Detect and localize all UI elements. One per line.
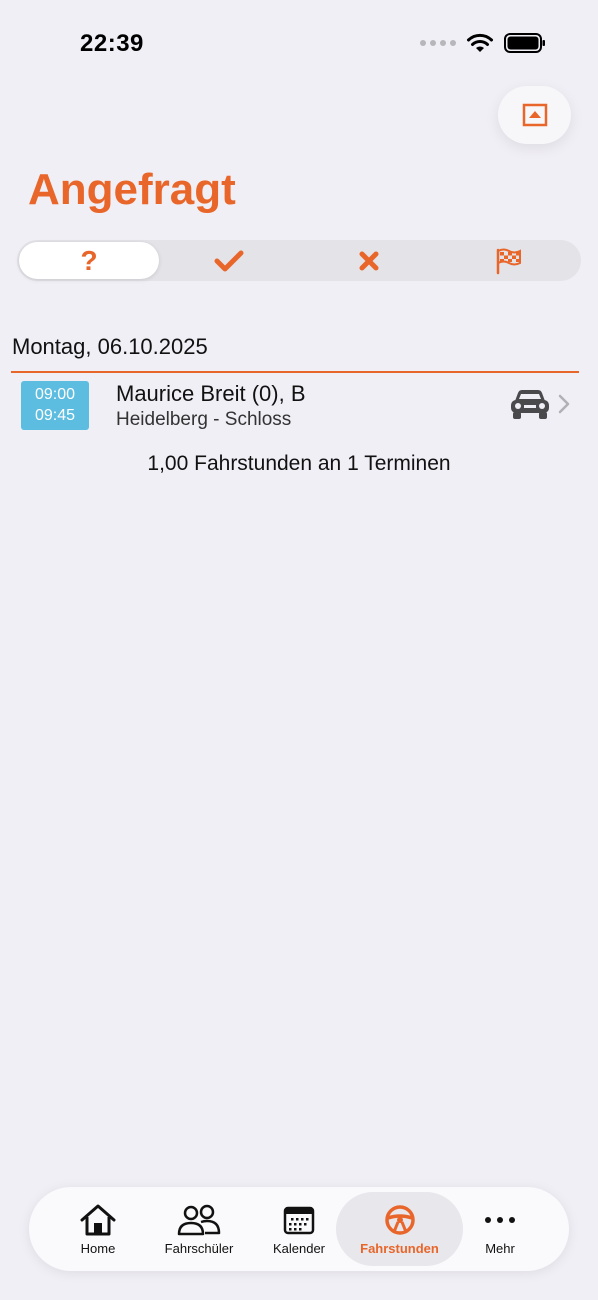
chevron-right-icon bbox=[558, 394, 570, 414]
status-filter-segmented-control: ? bbox=[17, 240, 581, 281]
start-time: 09:00 bbox=[34, 386, 76, 403]
tab-fahrstunden[interactable]: Fahrstunden bbox=[336, 1192, 463, 1266]
date-header: Montag, 06.10.2025 bbox=[12, 334, 208, 359]
tab-label: Kalender bbox=[272, 1240, 326, 1256]
lesson-location: Heidelberg - Schloss bbox=[116, 409, 292, 430]
x-icon bbox=[359, 251, 379, 270]
cellular-signal-icon bbox=[420, 40, 456, 46]
arrow-up-square-icon bbox=[522, 103, 547, 127]
tab-fahrschueler[interactable]: Fahrschüler bbox=[147, 1192, 251, 1266]
checkered-flag-icon bbox=[496, 248, 521, 274]
tab-label: Mehr bbox=[485, 1240, 515, 1256]
tab-label: Fahrschüler bbox=[164, 1240, 234, 1256]
tab-bar: Home Fahrschüler Kalender Fahrstunden Me… bbox=[29, 1187, 569, 1271]
steering-wheel-icon bbox=[384, 1204, 415, 1235]
status-icons bbox=[420, 33, 546, 53]
end-time: 09:45 bbox=[34, 407, 76, 424]
tab-label: Fahrstunden bbox=[360, 1240, 439, 1256]
lesson-summary: 1,00 Fahrstunden an 1 Terminen bbox=[147, 452, 451, 475]
date-divider bbox=[11, 371, 579, 373]
segment-rejected[interactable] bbox=[299, 242, 439, 279]
time-badge: 09:00 09:45 bbox=[21, 381, 89, 430]
wifi-icon bbox=[467, 33, 493, 52]
segment-requested[interactable]: ? bbox=[19, 242, 159, 279]
house-icon bbox=[80, 1204, 116, 1235]
question-icon: ? bbox=[80, 244, 98, 276]
people-icon bbox=[177, 1204, 221, 1235]
tab-home[interactable]: Home bbox=[49, 1192, 147, 1266]
check-icon bbox=[214, 250, 244, 271]
tab-label: Home bbox=[80, 1240, 116, 1256]
more-icon bbox=[485, 1216, 515, 1223]
battery-icon bbox=[504, 33, 545, 53]
segment-accepted[interactable] bbox=[159, 242, 299, 279]
collapse-button[interactable] bbox=[498, 86, 571, 144]
lesson-row[interactable]: 09:00 09:45 Maurice Breit (0), B Heidelb… bbox=[11, 374, 579, 436]
calendar-icon bbox=[283, 1206, 315, 1234]
segment-finished[interactable] bbox=[439, 242, 579, 279]
status-time: 22:39 bbox=[80, 30, 144, 57]
screen: 22:39 Angefragt ? Montag, 06.10.2025 09:… bbox=[0, 0, 598, 1300]
car-icon bbox=[511, 390, 549, 419]
tab-mehr[interactable]: Mehr bbox=[463, 1192, 537, 1266]
page-title: Angefragt bbox=[28, 165, 236, 214]
tab-kalender[interactable]: Kalender bbox=[251, 1192, 347, 1266]
student-name: Maurice Breit (0), B bbox=[116, 381, 306, 406]
